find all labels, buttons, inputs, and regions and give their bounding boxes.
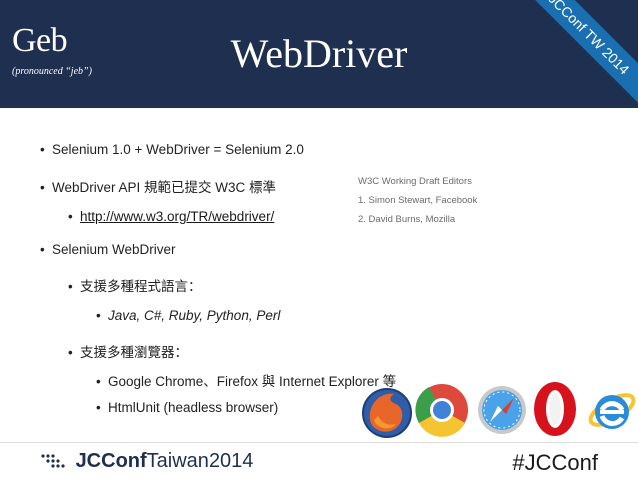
bullet-text: Selenium 1.0 + WebDriver = Selenium 2.0 <box>52 142 304 157</box>
bullet-item: • http://www.w3.org/TR/webdriver/ <box>68 209 274 224</box>
opera-icon <box>534 382 576 436</box>
editor-item: 1. Simon Stewart, Facebook <box>358 195 478 206</box>
bullet-dot: • <box>68 279 73 294</box>
bullet-text: 支援多種程式語言： <box>80 279 202 294</box>
bullet-dot: • <box>40 142 45 157</box>
logo-year-text: 2014 <box>208 450 254 472</box>
bullet-dot: • <box>40 180 45 195</box>
bullet-text: HtmlUnit (headless browser) <box>108 400 279 415</box>
bullet-text: Java, C#, Ruby, Python, Perl <box>108 308 281 323</box>
bullet-dot: • <box>68 209 73 224</box>
bullet-item: • WebDriver API 規範已提交 W3C 標準 <box>40 176 276 196</box>
slide-header: Geb (pronounced “jeb”) WebDriver JCConf … <box>0 0 638 108</box>
bullet-item: • Selenium 1.0 + WebDriver = Selenium 2.0 <box>40 142 304 157</box>
bullet-dot: • <box>96 400 101 415</box>
bullet-item: • HtmlUnit (headless browser) <box>96 400 278 415</box>
bullet-dot: • <box>96 374 101 389</box>
editors-panel: W3C Working Draft Editors 1. Simon Stewa… <box>358 172 477 229</box>
footer-divider <box>0 442 638 443</box>
bullet-text: 支援多種瀏覽器： <box>80 345 188 360</box>
logo-taiwan-text: Taiwan <box>146 450 209 472</box>
bullet-dot: • <box>40 242 45 257</box>
editors-heading: W3C Working Draft Editors <box>358 176 472 187</box>
bullet-text: Selenium WebDriver <box>52 242 176 257</box>
jcconf-dots-icon <box>41 454 65 468</box>
jcconf-taiwan-logo: JCConfTaiwan2014 <box>40 450 253 473</box>
bullet-item: • 支援多種程式語言： <box>68 275 202 295</box>
firefox-icon <box>362 388 412 438</box>
browser-logos <box>352 372 638 444</box>
logo-jcconf-text: JCConf <box>75 450 147 472</box>
bullet-item: • 支援多種瀏覽器： <box>68 341 188 361</box>
bullet-dot: • <box>96 308 101 323</box>
hashtag: #JCConf <box>512 450 598 475</box>
bullet-dot: • <box>68 345 73 360</box>
editor-item: 2. David Burns, Mozilla <box>358 214 456 225</box>
chrome-icon <box>415 384 468 437</box>
bullet-item: • Java, C#, Ruby, Python, Perl <box>96 308 280 323</box>
safari-icon <box>478 386 526 434</box>
bullet-item: • Selenium WebDriver <box>40 242 176 257</box>
slide-title: WebDriver <box>230 31 408 76</box>
bullet-text: WebDriver API 規範已提交 W3C 標準 <box>52 180 277 195</box>
w3c-link[interactable]: http://www.w3.org/TR/webdriver/ <box>80 209 274 224</box>
internet-explorer-icon <box>588 393 636 429</box>
